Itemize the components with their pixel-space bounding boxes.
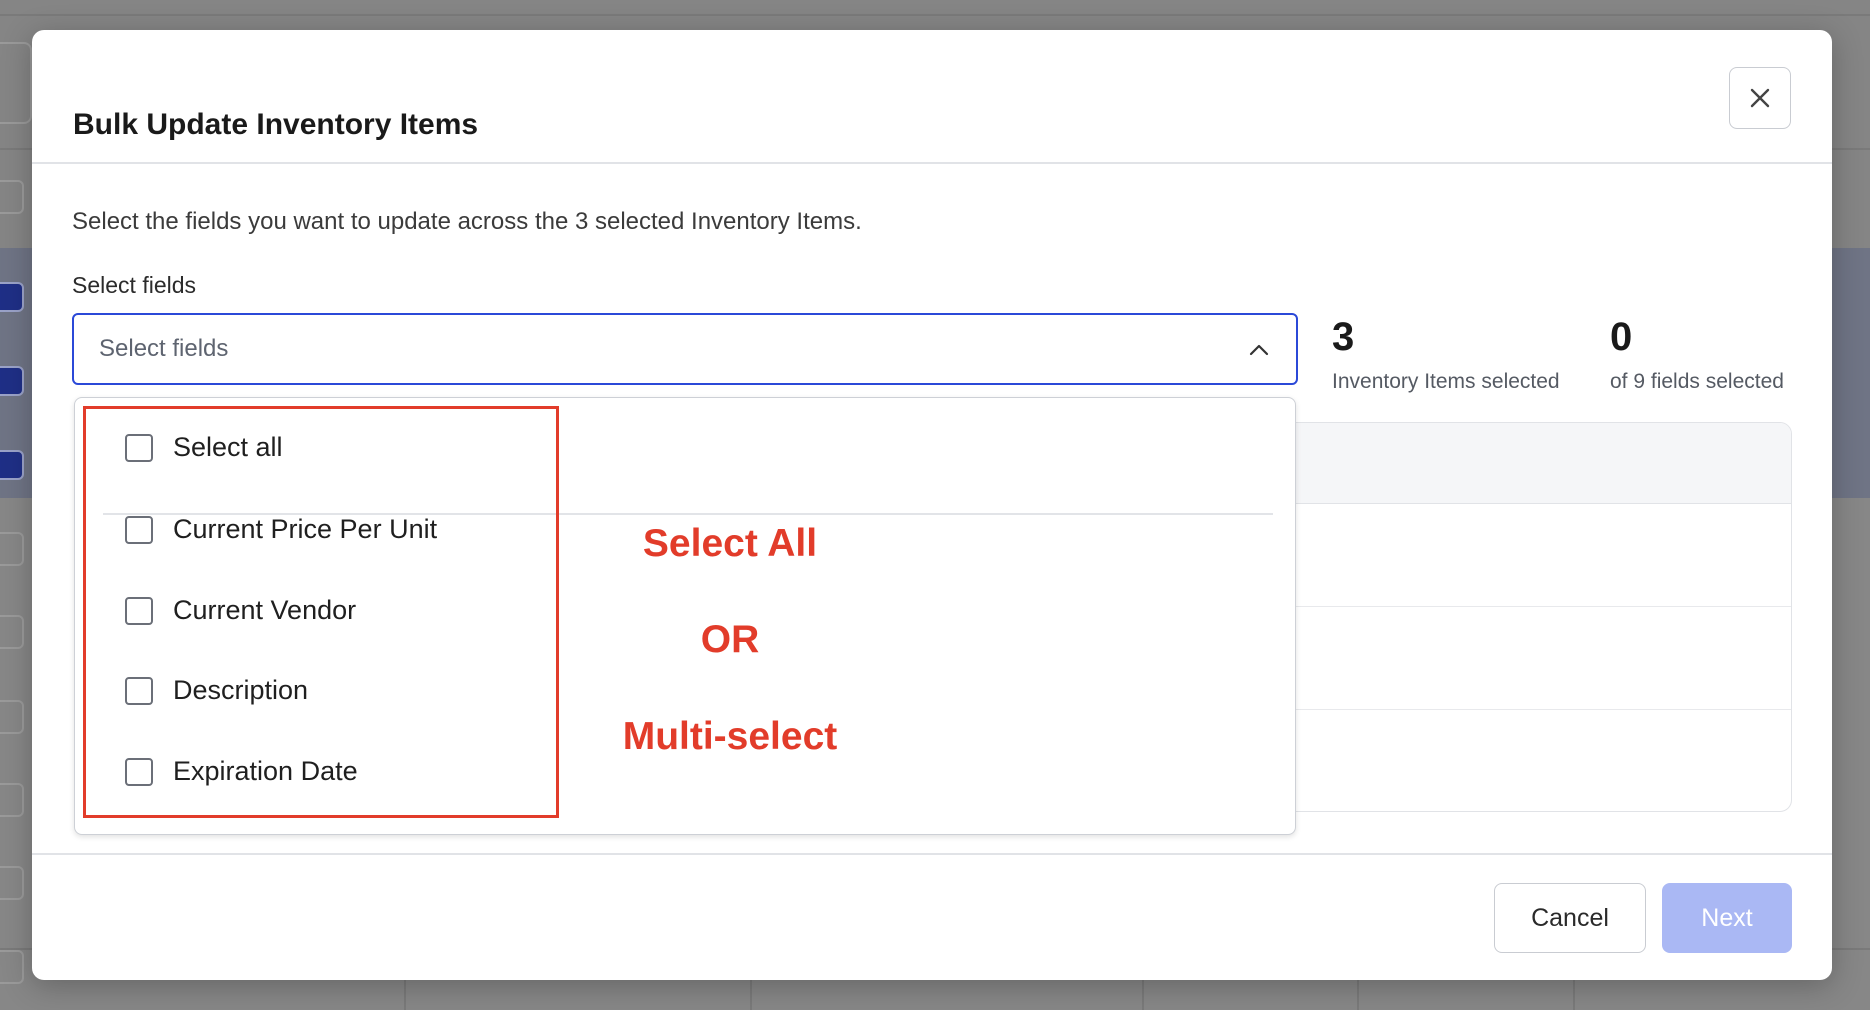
background-checkbox: [0, 783, 24, 817]
background-checkbox-checked: [0, 282, 24, 312]
bulk-update-modal: Bulk Update Inventory Items Select the f…: [32, 30, 1832, 980]
annotation-select-all: Select All: [642, 522, 818, 565]
fields-selected-count: 0: [1610, 315, 1633, 359]
close-icon: [1750, 88, 1770, 108]
fields-selected-stat: 0 of 9 fields selected: [1610, 317, 1784, 394]
background-checkbox: [0, 180, 24, 214]
items-selected-label: Inventory Items selected: [1332, 370, 1560, 393]
fields-selected-label: of 9 fields selected: [1610, 370, 1784, 393]
background-button: [0, 42, 32, 124]
items-selected-stat: 3 Inventory Items selected: [1332, 317, 1560, 394]
background-divider: [0, 14, 1870, 16]
modal-title: Bulk Update Inventory Items: [73, 108, 479, 141]
preview-table-row: [1233, 504, 1791, 607]
background-checkbox: [0, 700, 24, 734]
annotation-or: OR: [700, 618, 760, 661]
background-checkbox-checked: [0, 450, 24, 480]
preview-table-header: [1233, 423, 1791, 504]
cancel-button[interactable]: Cancel: [1494, 883, 1646, 953]
select-fields-placeholder: Select fields: [99, 335, 229, 362]
close-button[interactable]: [1729, 67, 1791, 129]
background-checkbox: [0, 950, 24, 984]
items-selected-count: 3: [1332, 315, 1355, 359]
select-fields-label: Select fields: [72, 272, 197, 298]
background-checkbox: [0, 532, 24, 566]
background-checkbox-checked: [0, 366, 24, 396]
modal-description: Select the fields you want to update acr…: [72, 208, 862, 235]
background-checkbox: [0, 866, 24, 900]
next-button[interactable]: Next: [1662, 883, 1792, 953]
preview-table: [1232, 422, 1792, 812]
chevron-up-icon: [1249, 344, 1269, 356]
preview-table-row: [1233, 607, 1791, 710]
header-divider: [32, 162, 1832, 164]
select-fields-dropdown[interactable]: Select fields: [72, 313, 1298, 385]
preview-table-row: [1233, 710, 1791, 811]
annotation-multi-select: Multi-select: [622, 715, 838, 758]
background-checkbox: [0, 615, 24, 649]
footer-divider: [32, 853, 1832, 855]
annotation-highlight-box: [83, 406, 559, 818]
